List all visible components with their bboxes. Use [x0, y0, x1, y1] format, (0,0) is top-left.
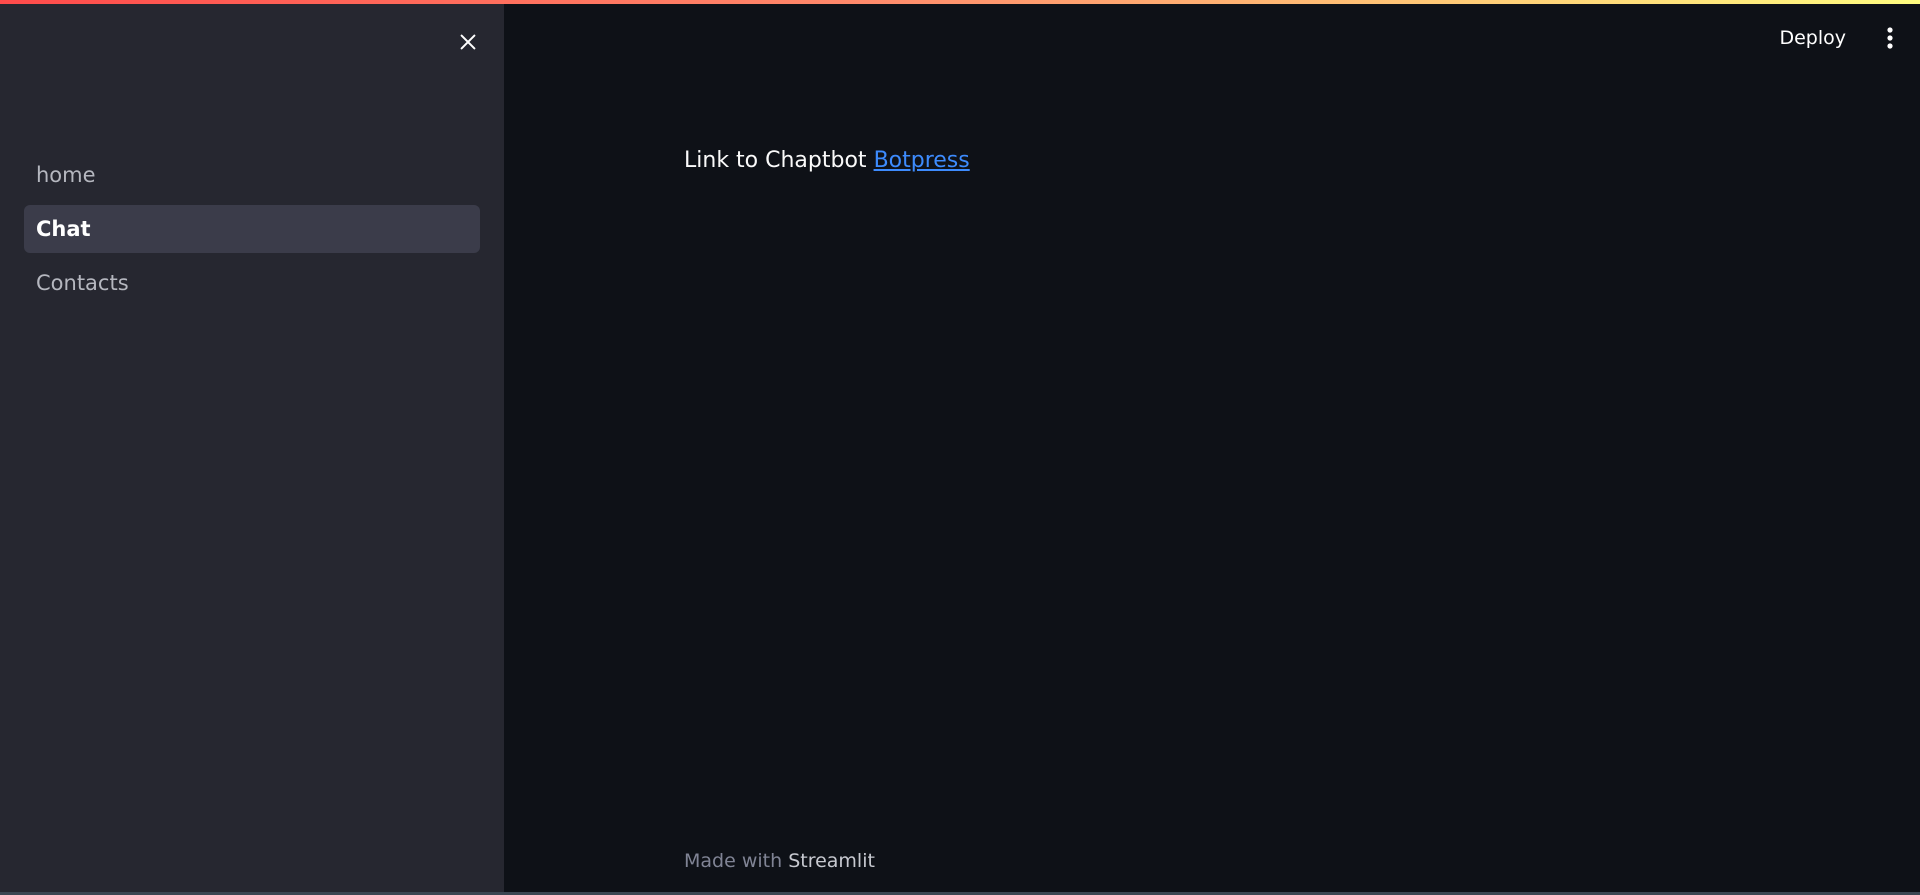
sidebar-item-label: Chat: [36, 217, 91, 241]
sidebar-item-label: home: [36, 163, 96, 187]
footer: Made with Streamlit: [684, 850, 875, 872]
kebab-menu-icon: [1887, 27, 1893, 49]
sidebar-item-home[interactable]: home: [24, 151, 480, 199]
sidebar: home Chat Contacts: [0, 0, 504, 895]
close-sidebar-button[interactable]: [448, 22, 488, 62]
main-menu-button[interactable]: [1874, 20, 1906, 56]
streamlit-link[interactable]: Streamlit: [788, 850, 875, 872]
sidebar-item-chat[interactable]: Chat: [24, 205, 480, 253]
deploy-button[interactable]: Deploy: [1767, 20, 1858, 56]
sidebar-nav: home Chat Contacts: [24, 151, 480, 313]
footer-prefix: Made with: [684, 850, 783, 872]
sidebar-item-label: Contacts: [36, 271, 129, 295]
top-decoration-bar: [0, 0, 1920, 4]
chatbot-link-text: Link to Chaptbot: [684, 148, 867, 173]
chatbot-link-paragraph: Link to Chaptbot Botpress: [684, 148, 970, 173]
sidebar-item-contacts[interactable]: Contacts: [24, 259, 480, 307]
main-content: Deploy Link to Chaptbot Botpress Made wi…: [504, 0, 1920, 895]
close-icon: [460, 34, 476, 50]
deploy-button-label: Deploy: [1779, 27, 1846, 49]
botpress-link[interactable]: Botpress: [874, 148, 970, 173]
